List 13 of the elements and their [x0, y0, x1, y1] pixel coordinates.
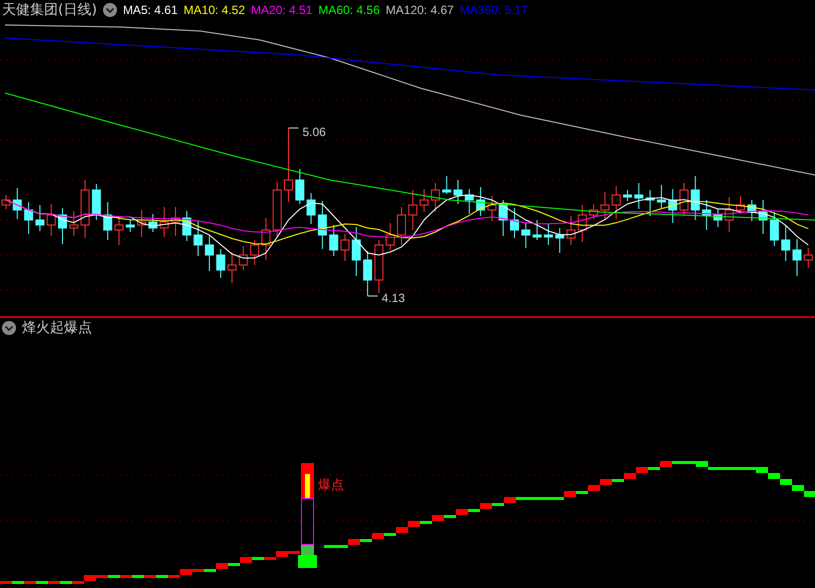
moving-average-value: MA120: 4.67	[386, 3, 454, 17]
low-price-label: 4.13	[382, 291, 405, 305]
high-price-label: 5.06	[302, 125, 326, 139]
moving-average-value: MA10: 4.52	[184, 3, 246, 17]
signal-label: 爆点	[318, 478, 344, 493]
moving-average-value: MA360: 5.17	[460, 3, 528, 17]
moving-average-value: MA5: 4.61	[122, 3, 178, 17]
dropdown-icon[interactable]	[102, 3, 117, 17]
indicator-title: 烽火起爆点	[22, 319, 92, 337]
moving-average-value: MA20: 4.51	[251, 3, 312, 17]
chart-title: 天健集团(日线)	[2, 1, 97, 19]
moving-average-value: MA60: 4.56	[318, 3, 380, 17]
dropdown-icon[interactable]	[2, 321, 16, 335]
